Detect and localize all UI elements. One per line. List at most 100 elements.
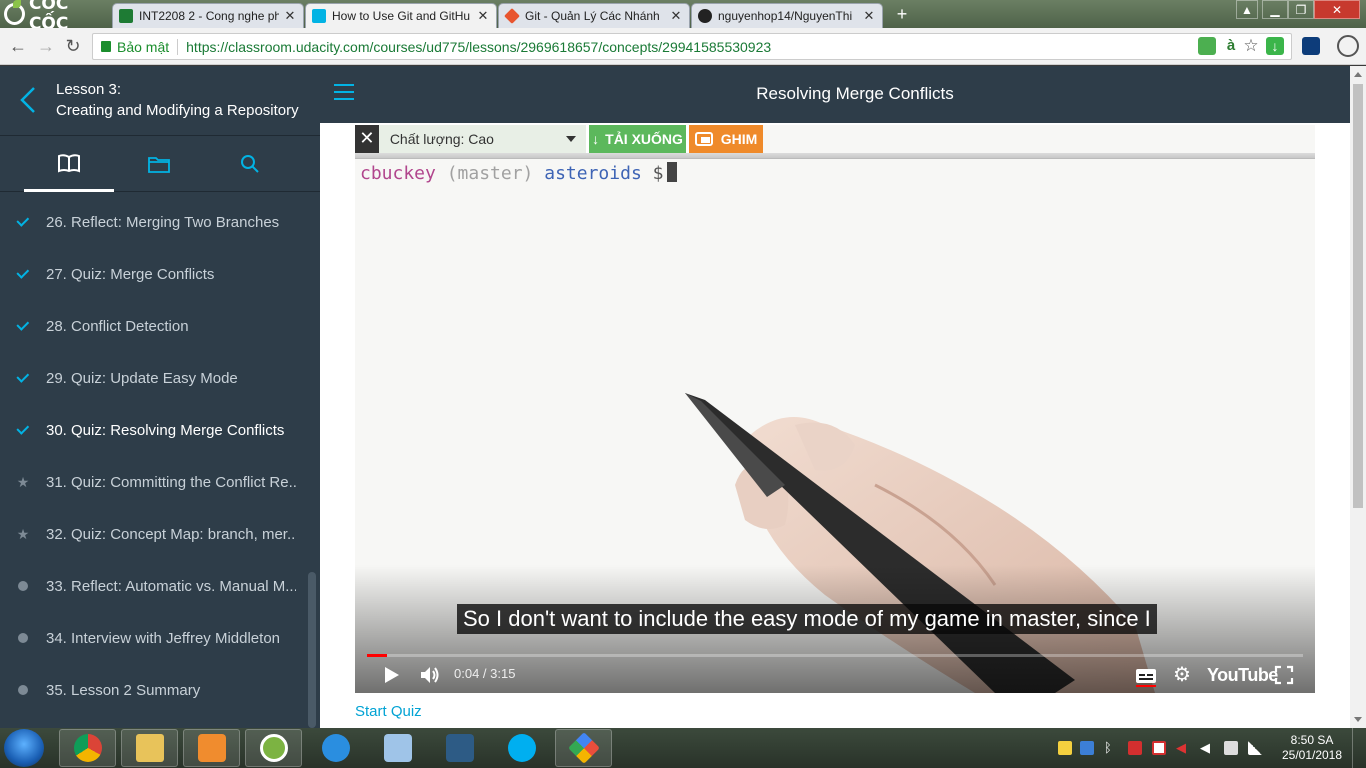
coccoc-brand[interactable]: CỐC CỐC bbox=[4, 0, 108, 34]
tab-close-icon[interactable]: ✕ bbox=[862, 8, 876, 24]
notification-icon[interactable] bbox=[1058, 741, 1072, 755]
maximize-icon[interactable]: ❐ bbox=[1288, 0, 1314, 19]
scroll-down-icon[interactable] bbox=[1354, 717, 1362, 722]
volume-icon[interactable] bbox=[419, 665, 441, 685]
scrollbar-thumb[interactable] bbox=[1353, 84, 1363, 508]
taskbar-explorer[interactable] bbox=[121, 729, 178, 767]
concept-list: 26. Reflect: Merging Two Branches 27. Qu… bbox=[0, 196, 306, 716]
window-close-icon[interactable]: ✕ bbox=[1314, 0, 1360, 19]
reload-icon[interactable]: ↻ bbox=[63, 36, 83, 56]
sidebar-item-concept-32[interactable]: ★ 32. Quiz: Concept Map: branch, mer... bbox=[0, 508, 306, 560]
sidebar-item-concept-27[interactable]: 27. Quiz: Merge Conflicts bbox=[0, 248, 306, 300]
video-caption: So I don't want to include the easy mode… bbox=[457, 604, 1157, 634]
sidebar-item-concept-34[interactable]: 34. Interview with Jeffrey Middleton bbox=[0, 612, 306, 664]
profile-icon[interactable]: ▲ bbox=[1236, 0, 1258, 19]
taskbar-coccoc[interactable] bbox=[245, 729, 302, 767]
sidebar-item-concept-30[interactable]: 30. Quiz: Resolving Merge Conflicts bbox=[0, 404, 306, 456]
back-icon[interactable]: ← bbox=[8, 36, 28, 56]
network-icon[interactable] bbox=[1248, 741, 1262, 755]
internet-explorer-icon bbox=[321, 734, 350, 762]
sidebar-item-concept-31[interactable]: ★ 31. Quiz: Committing the Conflict Re..… bbox=[0, 456, 306, 508]
taskbar-mysql[interactable] bbox=[431, 729, 488, 767]
page-scrollbar[interactable] bbox=[1350, 66, 1366, 728]
git-gui-icon bbox=[567, 732, 600, 764]
tab-title: nguyenhop14/NguyenThi bbox=[718, 9, 853, 23]
concept-label: 33. Reflect: Automatic vs. Manual M... bbox=[46, 577, 296, 595]
menu-circle-icon[interactable] bbox=[1337, 35, 1359, 57]
taskbar-skype[interactable] bbox=[493, 729, 550, 767]
fullscreen-icon[interactable] bbox=[1274, 665, 1294, 685]
browser-tab-udacity[interactable]: How to Use Git and GitHu ✕ bbox=[305, 3, 497, 28]
show-desktop-button[interactable] bbox=[1352, 728, 1366, 768]
sidebar-scrollbar[interactable] bbox=[308, 572, 316, 728]
sidebar-item-concept-29[interactable]: 29. Quiz: Update Easy Mode bbox=[0, 352, 306, 404]
subtitles-icon[interactable] bbox=[1135, 665, 1157, 687]
tab-close-icon[interactable]: ✕ bbox=[283, 8, 297, 24]
hamburger-menu-icon[interactable] bbox=[334, 84, 354, 100]
extension-icon[interactable] bbox=[1302, 37, 1320, 55]
browser-tab-git-branches[interactable]: Git - Quản Lý Các Nhánh ✕ bbox=[498, 3, 690, 28]
taskbar-git[interactable] bbox=[555, 729, 612, 767]
minimize-icon[interactable]: ▁ bbox=[1262, 0, 1288, 19]
check-icon bbox=[15, 369, 29, 383]
power-icon[interactable] bbox=[1224, 741, 1238, 755]
concept-label: 34. Interview with Jeffrey Middleton bbox=[46, 629, 281, 647]
scroll-up-icon[interactable] bbox=[1354, 72, 1362, 77]
taskbar-ie[interactable] bbox=[307, 729, 364, 767]
taskbar-chrome[interactable] bbox=[59, 729, 116, 767]
chevron-down-icon bbox=[566, 136, 577, 142]
bluetooth-icon[interactable]: ᛒ bbox=[1104, 741, 1118, 755]
tab-concepts[interactable] bbox=[24, 136, 114, 192]
lesson-number: Lesson 3: bbox=[56, 81, 122, 98]
bookmark-star-icon[interactable]: ☆ bbox=[1242, 37, 1260, 55]
play-icon[interactable] bbox=[381, 665, 401, 685]
sidebar-item-concept-33[interactable]: 33. Reflect: Automatic vs. Manual M... bbox=[0, 560, 306, 612]
taskbar-virtualbox[interactable] bbox=[369, 729, 426, 767]
vietnamese-input-icon[interactable]: à bbox=[1222, 37, 1240, 55]
speaker-alert-icon[interactable]: ◀ bbox=[1176, 741, 1190, 755]
download-button[interactable]: ↓ TẢI XUỐNG bbox=[586, 125, 687, 153]
windows-start-icon[interactable] bbox=[4, 729, 44, 767]
tab-search[interactable] bbox=[205, 136, 295, 192]
tab-close-icon[interactable]: ✕ bbox=[669, 8, 683, 24]
coccoc-logo-icon bbox=[4, 0, 25, 25]
cart-icon[interactable] bbox=[1198, 37, 1216, 55]
close-icon[interactable]: ✕ bbox=[355, 125, 379, 153]
quality-select[interactable]: Chất lượng: Cao bbox=[378, 125, 587, 153]
settings-gear-icon[interactable]: ⚙ bbox=[1171, 664, 1193, 686]
start-quiz-link[interactable]: Start Quiz bbox=[355, 703, 422, 720]
url-text[interactable]: https://classroom.udacity.com/courses/ud… bbox=[178, 39, 771, 55]
download-icon[interactable]: ↓ bbox=[1266, 37, 1284, 55]
tab-title: Git - Quản Lý Các Nhánh bbox=[525, 9, 660, 23]
video-progress-bar[interactable] bbox=[367, 654, 1303, 657]
youtube-video-player[interactable]: cbuckey (master) asteroids $ ✕ Chất lượn… bbox=[355, 125, 1315, 693]
sidebar-item-concept-28[interactable]: 28. Conflict Detection bbox=[0, 300, 306, 352]
video-time: 0:04 / 3:15 bbox=[454, 666, 516, 681]
mysql-workbench-icon bbox=[445, 734, 474, 762]
browser-tab-github[interactable]: nguyenhop14/NguyenThi ✕ bbox=[691, 3, 883, 28]
sidebar-item-concept-26[interactable]: 26. Reflect: Merging Two Branches bbox=[0, 196, 306, 248]
address-bar[interactable]: Bảo mật https://classroom.udacity.com/co… bbox=[92, 33, 1292, 60]
concept-label: 31. Quiz: Committing the Conflict Re... bbox=[46, 473, 296, 491]
volume-tray-icon[interactable]: ◀ bbox=[1200, 741, 1214, 755]
lesson-sidebar: Lesson 3: Creating and Modifying a Repos… bbox=[0, 66, 320, 728]
system-clock[interactable]: 8:50 SA 25/01/2018 bbox=[1280, 733, 1344, 763]
video-download-toolbar: ✕ Chất lượng: Cao ↓ TẢI XUỐNG GHIM bbox=[355, 125, 763, 153]
git-icon bbox=[504, 8, 520, 24]
video-progress-fill bbox=[367, 654, 387, 657]
concept-label: 30. Quiz: Resolving Merge Conflicts bbox=[46, 421, 285, 439]
chevron-left-icon[interactable] bbox=[18, 84, 38, 116]
browser-tab-int2208[interactable]: INT2208 2 - Cong nghe ph ✕ bbox=[112, 3, 304, 28]
taskbar-media[interactable] bbox=[183, 729, 240, 767]
action-center-icon[interactable] bbox=[1152, 741, 1166, 755]
sidebar-item-concept-35[interactable]: 35. Lesson 2 Summary bbox=[0, 664, 306, 716]
app-tray-icon[interactable] bbox=[1080, 741, 1094, 755]
antivirus-icon[interactable] bbox=[1128, 741, 1142, 755]
tab-close-icon[interactable]: ✕ bbox=[476, 8, 490, 24]
pin-button[interactable]: GHIM bbox=[686, 125, 763, 153]
youtube-logo[interactable]: YouTube bbox=[1207, 665, 1278, 686]
tab-resources[interactable] bbox=[114, 136, 204, 192]
forward-icon[interactable]: → bbox=[36, 36, 56, 56]
new-tab-icon[interactable]: + bbox=[893, 5, 911, 23]
tab-title: How to Use Git and GitHu bbox=[332, 9, 471, 23]
